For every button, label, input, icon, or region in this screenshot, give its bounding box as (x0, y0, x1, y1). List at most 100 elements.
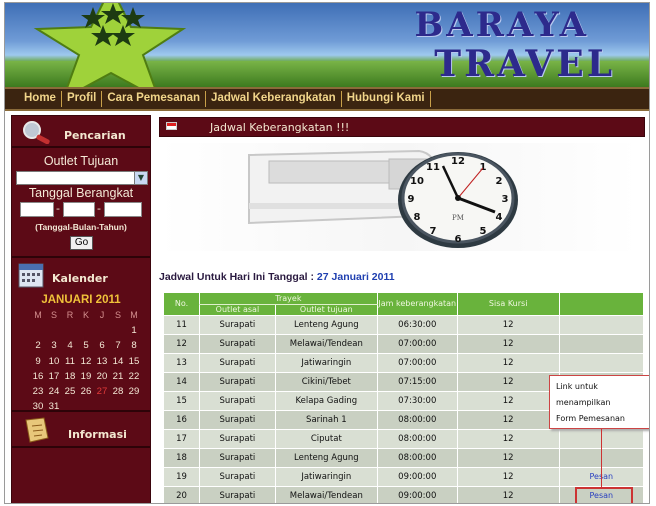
calendar-day-of-week: M (34, 310, 42, 320)
info-scroll-icon (25, 417, 49, 443)
row-no: 16 (163, 410, 200, 430)
col-no-header: No. (163, 293, 200, 316)
calendar-day[interactable]: 2 (30, 338, 46, 353)
row-jam: 07:30:00 (376, 391, 458, 411)
calendar-today[interactable]: 27 (94, 384, 110, 399)
calendar-day[interactable]: 19 (78, 369, 94, 384)
nav-home[interactable]: Home (19, 91, 62, 107)
row-jam: 09:00:00 (376, 467, 458, 487)
banner-image: 12 1 2 345 678 9 10 11 PM (159, 143, 639, 251)
row-outlet-asal: Surapati (198, 429, 276, 449)
calendar-month: JANUARI 2011 (41, 294, 121, 306)
calendar-day (94, 399, 110, 414)
calendar-day-of-week: J (99, 310, 105, 320)
row-outlet-tujuan: Jatiwaringin (274, 353, 378, 373)
year-input[interactable] (104, 202, 142, 217)
row-sisa: 12 (456, 334, 560, 354)
row-sisa: 12 (456, 429, 560, 449)
nav-cara-pemesanan[interactable]: Cara Pemesanan (102, 91, 207, 107)
day-input[interactable] (20, 202, 54, 217)
row-outlet-tujuan: Lenteng Agung (274, 315, 378, 335)
nav-hubungi-kami[interactable]: Hubungi Kami (342, 91, 431, 107)
outlet-tujuan-select[interactable]: ▼ (16, 171, 148, 185)
calendar-day-of-week: S (50, 310, 57, 320)
calendar-day (126, 399, 142, 414)
row-no: 13 (163, 353, 200, 373)
row-outlet-tujuan: Melawai/Tendean (274, 486, 378, 503)
calendar-day[interactable]: 15 (126, 354, 142, 369)
table-row: 11 Surapati Lenteng Agung 06:30:00 12 (163, 315, 643, 335)
row-sisa: 12 (456, 391, 560, 411)
tanggal-berangkat-label: Tanggal Berangkat (28, 186, 134, 200)
calendar-day[interactable]: 26 (78, 384, 94, 399)
svg-text:9: 9 (408, 194, 415, 205)
svg-text:6: 6 (455, 234, 462, 245)
calendar-day[interactable]: 23 (30, 384, 46, 399)
svg-text:11: 11 (426, 162, 440, 173)
row-outlet-asal: Surapati (198, 334, 276, 354)
calendar-day[interactable]: 6 (94, 338, 110, 353)
chevron-down-icon[interactable]: ▼ (134, 172, 147, 184)
calendar-day[interactable]: 5 (78, 338, 94, 353)
calendar-day[interactable]: 7 (110, 338, 126, 353)
info-panel-header: Informasi (12, 416, 150, 446)
calendar-day[interactable]: 3 (46, 338, 62, 353)
table-row: 12 Surapati Melawai/Tendean 07:00:00 12 (163, 334, 643, 354)
calendar-grid: M S R K J S M 1 2 3 4 5 6 7 8 9 10 11 12 13 14 15 16 17 18 19 20 21… (30, 308, 142, 414)
annotation-line-1: Link untuk (556, 382, 598, 391)
calendar-day[interactable]: 20 (94, 369, 110, 384)
calendar-day[interactable]: 24 (46, 384, 62, 399)
calendar-day[interactable]: 14 (110, 354, 126, 369)
nav-jadwal-keberangkatan[interactable]: Jadwal Keberangkatan (206, 91, 342, 107)
calendar-day[interactable]: 22 (126, 369, 142, 384)
calendar-day[interactable]: 25 (62, 384, 78, 399)
svg-text:PM: PM (452, 214, 464, 222)
calendar-day[interactable]: 13 (94, 354, 110, 369)
svg-text:2: 2 (496, 176, 503, 187)
row-jam: 08:00:00 (376, 410, 458, 430)
section-title: Jadwal Keberangkatan !!! (210, 121, 350, 134)
row-outlet-tujuan: Jatiwaringin (274, 467, 378, 487)
calendar-day[interactable]: 30 (30, 399, 46, 414)
section-header: Jadwal Keberangkatan !!! (159, 117, 645, 137)
row-no: 20 (163, 486, 200, 503)
main-nav: Home Profil Cara Pemesanan Jadwal Kebera… (5, 87, 649, 111)
calendar-day[interactable]: 29 (126, 384, 142, 399)
svg-text:5: 5 (480, 226, 487, 237)
calendar-day[interactable]: 31 (46, 399, 62, 414)
clock-icon: 1212 345 678 91011 PM (398, 152, 518, 248)
row-sisa: 12 (456, 448, 560, 468)
calendar-day[interactable]: 4 (62, 338, 78, 353)
calendar-day[interactable]: 11 (62, 354, 78, 369)
nav-profil[interactable]: Profil (62, 91, 103, 107)
schedule-prefix: Jadwal Untuk Hari Ini Tanggal : (159, 271, 314, 283)
calendar-day[interactable]: 17 (46, 369, 62, 384)
go-button[interactable]: Go (70, 236, 93, 250)
row-sisa: 12 (456, 372, 560, 392)
month-input[interactable] (63, 202, 95, 217)
row-outlet-tujuan: Ciputat (274, 429, 378, 449)
svg-text:4: 4 (496, 212, 503, 223)
row-jam: 07:15:00 (376, 372, 458, 392)
calendar-day (110, 399, 126, 414)
row-outlet-tujuan: Lenteng Agung (274, 448, 378, 468)
calendar-day (78, 399, 94, 414)
calendar-day[interactable]: 12 (78, 354, 94, 369)
calendar-day[interactable]: 1 (126, 323, 142, 338)
row-outlet-asal: Surapati (198, 448, 276, 468)
table-header-row: No. Trayek Jam keberangkatan Sisa Kursi (163, 293, 643, 316)
calendar-day[interactable]: 18 (62, 369, 78, 384)
calendar-day[interactable]: 10 (46, 354, 62, 369)
calendar-day[interactable]: 8 (126, 338, 142, 353)
calendar-day[interactable]: 21 (110, 369, 126, 384)
row-aksi (558, 315, 643, 335)
row-outlet-asal: Surapati (198, 486, 276, 503)
calendar-day-of-week: R (66, 310, 74, 320)
calendar-day (30, 323, 46, 338)
calendar-day[interactable]: 9 (30, 354, 46, 369)
calendar-day[interactable]: 16 (30, 369, 46, 384)
col-sisa-header: Sisa Kursi (456, 293, 560, 316)
calendar-day[interactable]: 28 (110, 384, 126, 399)
row-outlet-asal: Surapati (198, 391, 276, 411)
row-outlet-tujuan: Cikini/Tebet (274, 372, 378, 392)
